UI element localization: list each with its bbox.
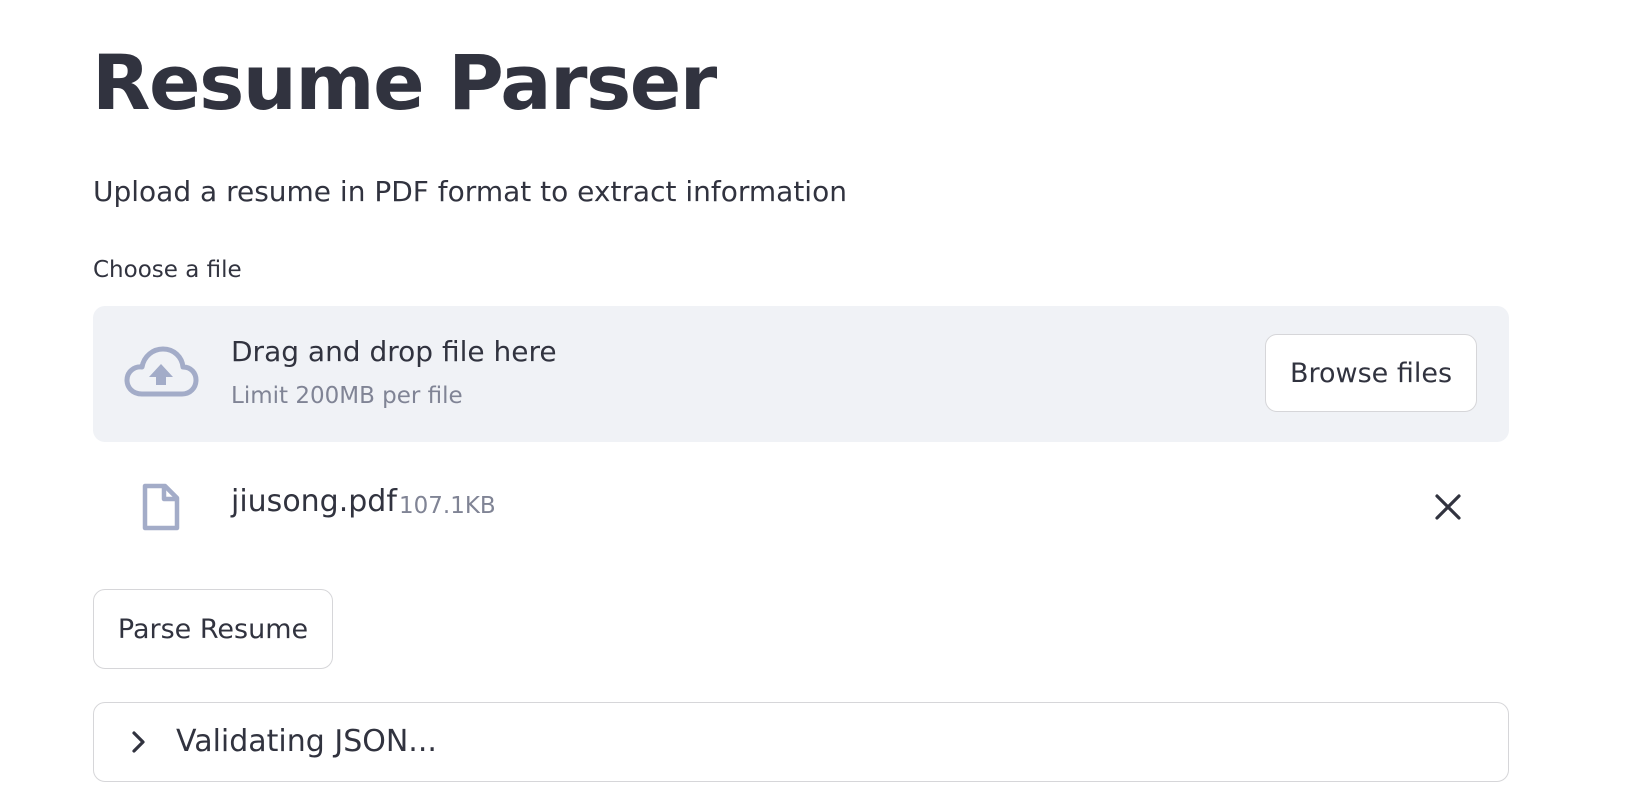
chevron-right-icon bbox=[126, 729, 152, 755]
main-container: Resume Parser Upload a resume in PDF for… bbox=[0, 0, 1639, 796]
close-icon bbox=[1435, 494, 1461, 520]
dropzone-instructions: Drag and drop file here bbox=[231, 335, 557, 368]
expander-label: Validating JSON... bbox=[176, 724, 437, 759]
file-icon bbox=[141, 482, 181, 532]
dropzone-size-limit: Limit 200MB per file bbox=[231, 383, 463, 409]
page-title: Resume Parser bbox=[92, 38, 717, 127]
cloud-upload-icon bbox=[123, 344, 199, 400]
validating-json-expander[interactable]: Validating JSON... bbox=[93, 702, 1509, 782]
parse-resume-button[interactable]: Parse Resume bbox=[93, 589, 333, 669]
file-uploader-label: Choose a file bbox=[93, 257, 242, 283]
browse-files-button[interactable]: Browse files bbox=[1265, 334, 1477, 412]
uploaded-file-item: jiusong.pdf 107.1KB bbox=[93, 470, 1509, 540]
uploaded-file-size: 107.1KB bbox=[399, 493, 496, 519]
uploaded-file-name: jiusong.pdf bbox=[231, 484, 397, 519]
file-dropzone[interactable]: Drag and drop file here Limit 200MB per … bbox=[93, 306, 1509, 442]
remove-file-button[interactable] bbox=[1423, 482, 1473, 532]
page-subtitle: Upload a resume in PDF format to extract… bbox=[93, 175, 847, 208]
